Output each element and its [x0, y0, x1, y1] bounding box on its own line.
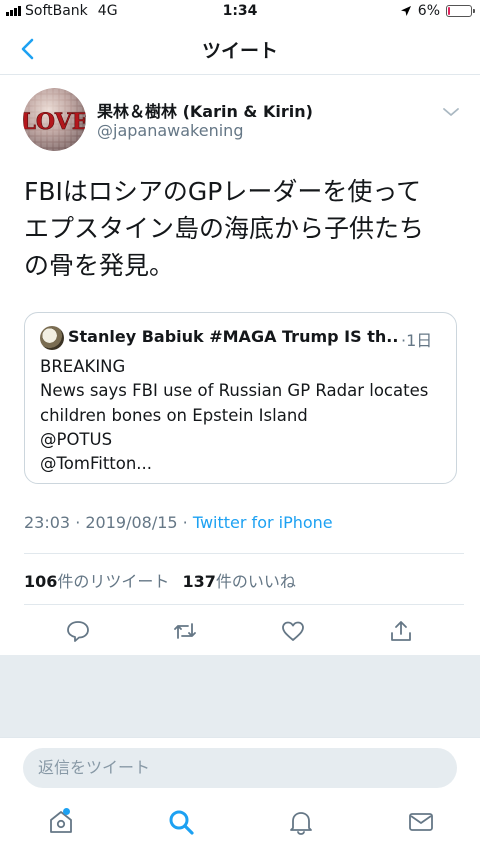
battery-percent: 6% [417, 3, 440, 19]
quoted-line: @POTUS [40, 429, 113, 449]
replies-area [0, 655, 480, 737]
quoted-tweet-card[interactable]: Stanley Babiuk #MAGA Trump IS th... ·1日 … [24, 312, 457, 484]
like-button[interactable] [280, 618, 306, 644]
reply-bar: 返信をツイート [0, 737, 480, 795]
likes-label: 件のいいね [215, 572, 296, 591]
quoted-avatar [40, 326, 64, 350]
love-ball-image: LOVE [23, 88, 86, 151]
engagement-stats: 106件のリツイート 137件のいいね [24, 568, 296, 592]
quoted-timestamp: ·1日 [401, 331, 433, 350]
divider [24, 604, 464, 605]
quoted-line: @TomFitton... [40, 454, 153, 474]
reply-input[interactable]: 返信をツイート [23, 748, 457, 788]
retweets-count: 106 [24, 572, 58, 591]
messages-icon [409, 813, 433, 831]
quoted-line: children bones on Epstein Island [40, 405, 308, 425]
share-button[interactable] [388, 618, 414, 644]
svg-text:LOVE: LOVE [23, 109, 86, 135]
divider [24, 553, 464, 554]
tab-notifications[interactable] [287, 808, 315, 836]
tweet-source-link[interactable]: Twitter for iPhone [193, 513, 333, 532]
search-icon [169, 810, 194, 835]
tweet-text: FBIはロシアのGPレーダーを使って エプスタイン島の海底から子供たち の骨を発… [24, 173, 464, 284]
tab-messages[interactable] [407, 808, 435, 836]
tweet-timestamp: 23:03 · 2019/08/15 · [24, 513, 193, 532]
retweets-stat[interactable]: 106件のリツイート [24, 572, 169, 591]
likes-stat[interactable]: 137件のいいね [183, 572, 296, 591]
retweet-icon [174, 623, 196, 639]
tab-home[interactable] [47, 808, 75, 836]
nav-bar: ツイート [0, 24, 480, 75]
status-bar: SoftBank 4G 1:34 6% [0, 0, 480, 24]
location-arrow-icon [400, 6, 411, 16]
quoted-text: BREAKING News says FBI use of Russian GP… [40, 355, 428, 476]
quoted-line: News says FBI use of Russian GP Radar lo… [40, 381, 429, 401]
status-right: 6% [400, 3, 475, 19]
user-handle[interactable]: @japanawakening [97, 121, 243, 140]
display-name[interactable]: 果林＆樹林 (Karin & Kirin) [97, 98, 313, 122]
tweet-actions [0, 614, 480, 648]
reply-icon [67, 621, 89, 642]
quoted-display-name: Stanley Babiuk #MAGA Trump IS th... [68, 327, 398, 346]
tab-bar [0, 795, 480, 853]
tweet-text-line: FBIはロシアのGPレーダーを使って [24, 177, 422, 206]
like-icon [282, 621, 304, 641]
notifications-icon [290, 812, 312, 835]
home-notification-dot [63, 808, 70, 815]
quoted-line: BREAKING [40, 357, 126, 376]
tab-search[interactable] [167, 808, 195, 836]
home-icon [50, 811, 72, 833]
tweet-text-line: の骨を発見。 [24, 251, 175, 280]
tweet-text-line: エプスタイン島の海底から子供たち [24, 214, 425, 243]
share-icon [391, 621, 411, 641]
avatar[interactable]: LOVE [23, 88, 86, 151]
retweets-label: 件のリツイート [57, 572, 170, 591]
chevron-down-icon[interactable] [442, 103, 460, 116]
likes-count: 137 [182, 572, 216, 591]
reply-button[interactable] [65, 618, 91, 644]
retweet-button[interactable] [172, 618, 198, 644]
tweet-meta: 23:03 · 2019/08/15 · Twitter for iPhone [24, 513, 333, 532]
page-title: ツイート [201, 40, 278, 62]
battery-icon [446, 5, 475, 17]
